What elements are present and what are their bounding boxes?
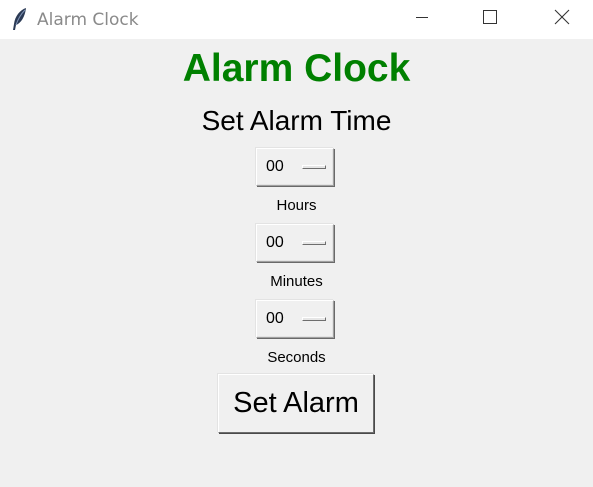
seconds-label: Seconds <box>267 349 326 366</box>
option-menu-indicator-icon <box>302 165 326 169</box>
app-window: Alarm Clock Alarm Clock Set Alarm Time 0… <box>0 0 593 487</box>
minutes-label: Minutes <box>270 273 323 290</box>
minutes-option-menu[interactable]: 00 <box>256 224 334 262</box>
hours-value: 00 <box>266 158 284 175</box>
set-alarm-button[interactable]: Set Alarm <box>218 374 374 433</box>
title-bar[interactable]: Alarm Clock <box>0 0 593 39</box>
app-heading: Alarm Clock <box>182 47 411 90</box>
maximize-button[interactable] <box>461 0 519 39</box>
hours-label: Hours <box>276 197 317 214</box>
seconds-option-menu[interactable]: 00 <box>256 300 334 338</box>
close-button[interactable] <box>533 0 591 39</box>
option-menu-indicator-icon <box>302 241 326 245</box>
set-alarm-time-heading: Set Alarm Time <box>201 105 392 136</box>
minutes-value: 00 <box>266 234 284 251</box>
minimize-button[interactable] <box>393 0 451 39</box>
window-title: Alarm Clock <box>37 10 139 30</box>
seconds-value: 00 <box>266 310 284 327</box>
feather-icon <box>11 7 29 31</box>
hours-option-menu[interactable]: 00 <box>256 148 334 186</box>
option-menu-indicator-icon <box>302 317 326 321</box>
maximize-icon <box>483 10 497 29</box>
minimize-icon <box>415 10 429 29</box>
close-icon <box>554 9 570 30</box>
